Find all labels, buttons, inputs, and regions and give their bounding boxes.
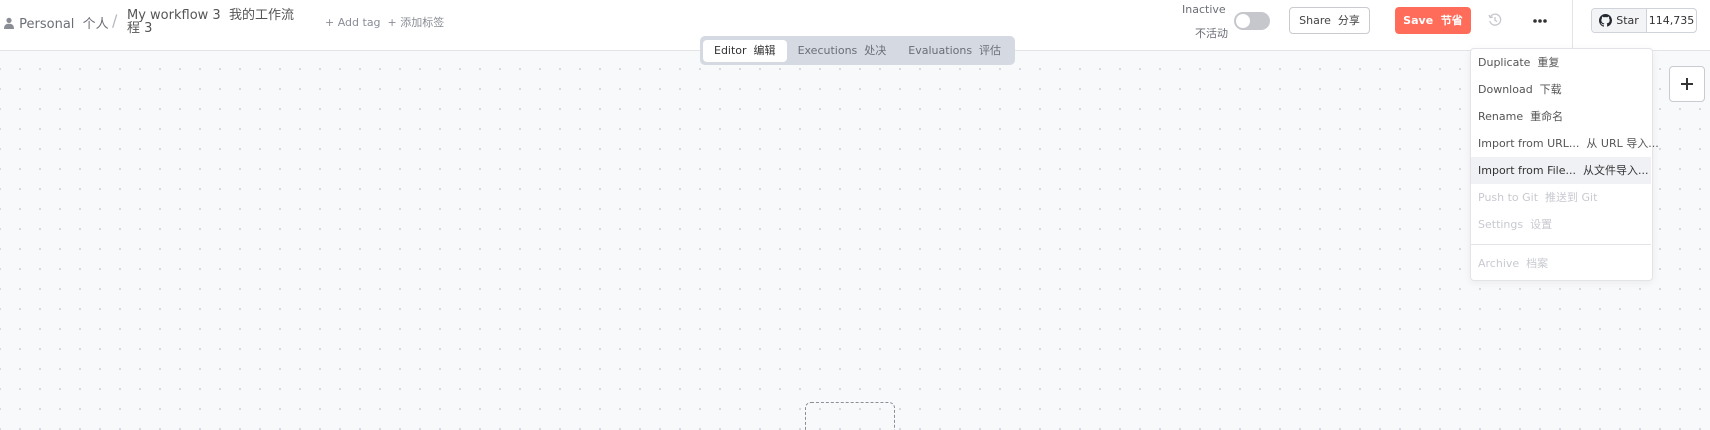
breadcrumb-separator: / bbox=[112, 11, 118, 30]
tab-evaluations[interactable]: Evaluations 评估 bbox=[897, 40, 1012, 62]
github-star-widget: Star 114,735 bbox=[1591, 8, 1697, 33]
menu-divider bbox=[1471, 244, 1651, 245]
workflow-options-menu: Duplicate 重复 Download 下载 Rename 重命名 Impo… bbox=[1470, 48, 1659, 281]
menu-item-settings: Settings 设置 bbox=[1478, 218, 1553, 231]
menu-item-archive: Archive 档案 bbox=[1478, 257, 1549, 270]
workflow-name[interactable]: My workflow 3 我的工作流程 3 bbox=[127, 9, 305, 35]
menu-item-rename[interactable]: Rename 重命名 bbox=[1471, 103, 1651, 130]
inactive-label-zh: 不活动 bbox=[1195, 27, 1228, 40]
toggle-knob bbox=[1236, 14, 1250, 28]
github-star-button[interactable]: Star bbox=[1592, 9, 1647, 32]
more-options-button[interactable] bbox=[1526, 10, 1554, 32]
plus-icon bbox=[1681, 78, 1693, 90]
project-label: Personal 个人 bbox=[19, 17, 109, 32]
tab-editor[interactable]: Editor 编辑 bbox=[703, 39, 787, 62]
star-label: Star bbox=[1616, 14, 1639, 27]
active-toggle[interactable] bbox=[1234, 12, 1270, 30]
menu-item-duplicate[interactable]: Duplicate 重复 bbox=[1471, 49, 1651, 76]
breadcrumb-project[interactable]: Personal 个人 bbox=[3, 13, 109, 32]
more-horizontal-icon bbox=[1533, 19, 1547, 23]
add-tag-button[interactable]: + Add tag + 添加标签 bbox=[325, 14, 444, 30]
user-icon bbox=[4, 17, 14, 29]
add-node-button[interactable] bbox=[1669, 66, 1705, 102]
workflow-canvas[interactable] bbox=[0, 51, 1710, 430]
share-button[interactable]: Share 分享 bbox=[1289, 7, 1370, 34]
menu-item-push-git: Push to Git 推送到 Git bbox=[1478, 191, 1598, 204]
menu-item-import-url[interactable]: Import from URL... 从 URL 导入... bbox=[1471, 130, 1659, 157]
add-first-step-node[interactable] bbox=[805, 402, 895, 430]
tab-executions[interactable]: Executions 处决 bbox=[787, 40, 898, 62]
header-divider bbox=[1572, 0, 1573, 51]
history-icon bbox=[1487, 12, 1503, 28]
star-count[interactable]: 114,735 bbox=[1647, 9, 1696, 32]
menu-item-import-file[interactable]: Import from File... 从文件导入... bbox=[1471, 157, 1651, 184]
view-tabs: Editor 编辑 Executions 处决 Evaluations 评估 bbox=[700, 36, 1016, 65]
inactive-label: Inactive bbox=[1182, 3, 1226, 16]
github-icon bbox=[1599, 14, 1613, 27]
save-button[interactable]: Save 节省 bbox=[1395, 7, 1471, 34]
menu-item-download[interactable]: Download 下载 bbox=[1471, 76, 1651, 103]
